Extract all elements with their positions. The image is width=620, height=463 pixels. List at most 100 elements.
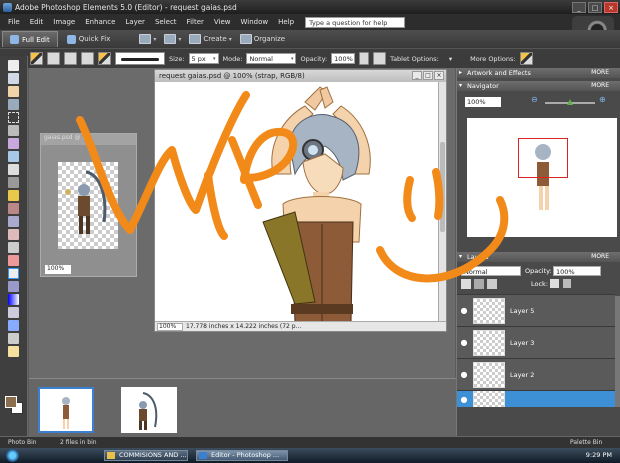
organize-button[interactable]: Organize: [239, 34, 285, 44]
blend-mode-select[interactable]: Normal: [461, 266, 521, 276]
artwork-effects-header[interactable]: ▸ Artwork and Effects MORE: [457, 68, 620, 78]
paint-bucket-icon[interactable]: [8, 281, 19, 292]
more-options-label[interactable]: More Options:: [470, 55, 515, 63]
photo-bin-thumb-1[interactable]: [38, 387, 94, 433]
menu-view[interactable]: View: [209, 18, 236, 26]
menu-filter[interactable]: Filter: [182, 18, 209, 26]
tablet-options-caret-icon[interactable]: ▾: [449, 55, 452, 63]
layers-scrollbar[interactable]: [615, 296, 620, 407]
main-document-zoom[interactable]: 100%: [157, 322, 183, 331]
lock-all-icon[interactable]: [563, 279, 571, 288]
print-button[interactable]: ▾: [139, 34, 156, 44]
layers-opacity-field[interactable]: 100%: [553, 266, 601, 276]
visibility-eye-icon[interactable]: ●: [457, 395, 471, 404]
visibility-eye-icon[interactable]: ●: [457, 306, 471, 315]
zoom-in-icon[interactable]: ⊕: [599, 95, 606, 104]
maximize-button[interactable]: □: [588, 2, 602, 13]
visibility-eye-icon[interactable]: ●: [457, 370, 471, 379]
create-button[interactable]: Create ▾: [189, 34, 232, 44]
marquee-tool-icon[interactable]: [8, 112, 19, 123]
main-document-vertical-scrollbar[interactable]: [438, 82, 446, 322]
cookie-cutter-icon[interactable]: [8, 190, 19, 201]
lock-transparency-icon[interactable]: [550, 279, 559, 288]
doc-close-button[interactable]: ×: [434, 71, 444, 80]
brush-tool-icon[interactable]: [30, 52, 43, 65]
doc-maximize-button[interactable]: □: [423, 71, 433, 80]
menu-layer[interactable]: Layer: [120, 18, 150, 26]
eraser-tool-icon[interactable]: [8, 255, 19, 266]
eyedropper-tool-icon[interactable]: [8, 99, 19, 110]
impressionist-brush-icon[interactable]: [64, 52, 77, 65]
start-button[interactable]: [6, 449, 19, 462]
hand-tool-icon[interactable]: [8, 86, 19, 97]
tab-quick-fix[interactable]: Quick Fix: [60, 31, 118, 47]
pencil-tool-icon[interactable]: [98, 52, 111, 65]
navigator-preview[interactable]: [467, 118, 617, 237]
red-eye-tool-icon[interactable]: [8, 216, 19, 227]
photo-bin-thumb-2[interactable]: [121, 387, 177, 433]
straighten-tool-icon[interactable]: [8, 203, 19, 214]
blur-tool-icon[interactable]: [8, 320, 19, 331]
spot-healing-icon[interactable]: [8, 229, 19, 240]
brush-preset-picker[interactable]: [115, 52, 165, 65]
menu-window[interactable]: Window: [236, 18, 274, 26]
brush-tool-icon[interactable]: [8, 268, 19, 279]
taskbar-item-editor[interactable]: Editor - Photoshop ...: [196, 450, 288, 461]
navigator-view-rect[interactable]: [518, 138, 568, 178]
tab-full-edit[interactable]: Full Edit: [2, 31, 58, 47]
magic-wand-tool-icon[interactable]: [8, 138, 19, 149]
move-tool-icon[interactable]: [8, 60, 19, 71]
navigator-zoom-field[interactable]: 100%: [465, 97, 501, 107]
trash-icon[interactable]: [487, 279, 497, 289]
opacity-field[interactable]: 100%: [331, 53, 356, 64]
lasso-tool-icon[interactable]: [8, 125, 19, 136]
gradient-tool-icon[interactable]: [8, 294, 19, 305]
menu-help[interactable]: Help: [273, 18, 299, 26]
layer-item-2[interactable]: ● Layer 2: [457, 358, 615, 390]
share-button[interactable]: ▾: [164, 34, 181, 44]
main-document-canvas[interactable]: [155, 82, 439, 323]
minimize-button[interactable]: _: [572, 2, 586, 13]
smudge-tool-icon[interactable]: [8, 346, 19, 357]
menu-file[interactable]: File: [3, 18, 25, 26]
airbrush-icon[interactable]: [373, 52, 387, 65]
type-tool-icon[interactable]: [8, 164, 19, 175]
menu-enhance[interactable]: Enhance: [80, 18, 120, 26]
close-button[interactable]: ×: [604, 2, 618, 13]
opacity-stepper[interactable]: [359, 52, 370, 65]
adjustment-layer-icon[interactable]: [474, 279, 484, 289]
photo-bin-toggle[interactable]: Photo Bin: [8, 439, 37, 446]
palette-bin-toggle[interactable]: Palette Bin: [570, 439, 602, 446]
selection-brush-icon[interactable]: [8, 151, 19, 162]
mode-select[interactable]: Normal ▾: [246, 53, 297, 64]
navigator-more-button[interactable]: MORE: [591, 81, 609, 91]
layer-item-selected[interactable]: ●: [457, 390, 615, 407]
clone-stamp-icon[interactable]: [8, 242, 19, 253]
visibility-eye-icon[interactable]: ●: [457, 338, 471, 347]
layers-header[interactable]: ▾ Layers MORE: [457, 252, 620, 262]
crop-tool-icon[interactable]: [8, 177, 19, 188]
layers-more-button[interactable]: MORE: [591, 252, 609, 262]
foreground-color-swatch[interactable]: [5, 396, 17, 408]
more-options-brush-icon[interactable]: [519, 52, 533, 65]
zoom-tool-icon[interactable]: [8, 73, 19, 84]
new-layer-icon[interactable]: [461, 279, 471, 289]
secondary-document-window[interactable]: gaias.psd @ ... 100%: [40, 133, 137, 277]
tablet-options-label[interactable]: Tablet Options:: [390, 55, 439, 63]
size-field[interactable]: 5 px ▾: [188, 53, 219, 64]
artwork-more-button[interactable]: MORE: [591, 68, 609, 78]
slider-knob[interactable]: [567, 99, 573, 105]
brush-mode-icon[interactable]: [47, 52, 60, 65]
secondary-document-zoom[interactable]: 100%: [45, 265, 71, 274]
sponge-tool-icon[interactable]: [8, 333, 19, 344]
shape-tool-icon[interactable]: [8, 307, 19, 318]
navigator-header[interactable]: ▾ Navigator MORE: [457, 81, 620, 91]
layer-item-5[interactable]: ● Layer 5: [457, 294, 615, 326]
secondary-document-canvas[interactable]: [58, 162, 118, 249]
color-replacement-icon[interactable]: [81, 52, 94, 65]
menu-select[interactable]: Select: [150, 18, 182, 26]
navigator-zoom-slider[interactable]: [545, 99, 595, 105]
main-document-window[interactable]: request gaias.psd @ 100% (strap, RGB/8) …: [154, 69, 447, 332]
menu-image[interactable]: Image: [48, 18, 80, 26]
zoom-out-icon[interactable]: ⊖: [531, 95, 538, 104]
